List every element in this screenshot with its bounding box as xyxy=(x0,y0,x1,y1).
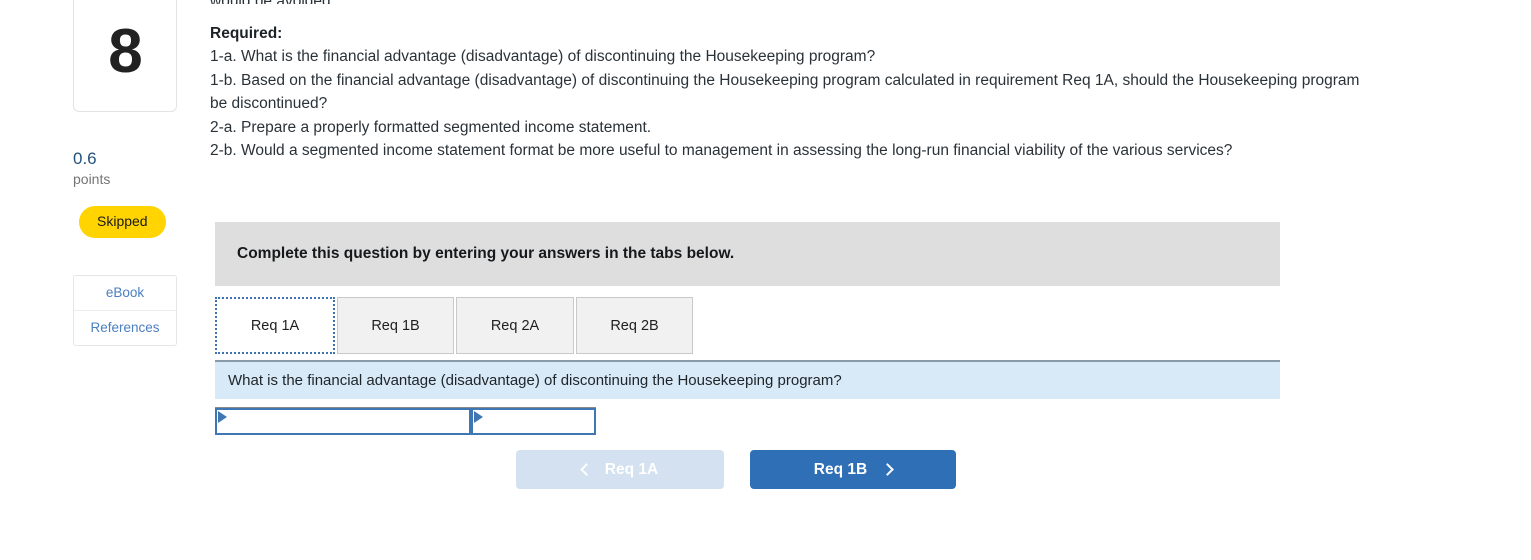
tab-prompt-banner: What is the financial advantage (disadva… xyxy=(215,360,1280,399)
requirement-1a: 1-a. What is the financial advantage (di… xyxy=(210,48,876,66)
chevron-left-icon xyxy=(579,463,593,476)
question-sidebar: 8 0.6 points Skipped eBook References xyxy=(73,0,177,346)
ebook-link[interactable]: eBook xyxy=(74,276,176,310)
tab-navigation-buttons: Req 1A Req 1B xyxy=(516,450,956,489)
clipped-previous-line: would be avoided. xyxy=(210,0,1370,4)
points-label: points xyxy=(73,171,111,188)
required-heading: Required: xyxy=(210,25,283,42)
next-req-label: Req 1B xyxy=(813,460,868,478)
cell-marker-triangle-icon xyxy=(218,411,227,423)
chevron-right-icon xyxy=(881,463,895,476)
resources-box: eBook References xyxy=(73,274,177,346)
points-value: 0.6 xyxy=(73,149,97,168)
tab-req-1b-label: Req 1B xyxy=(371,317,420,334)
instruction-banner-text: Complete this question by entering your … xyxy=(237,245,735,262)
cell-marker-triangle-icon xyxy=(474,411,483,423)
tab-prompt-text: What is the financial advantage (disadva… xyxy=(228,372,842,389)
answer-cell-label[interactable] xyxy=(215,408,471,435)
tab-req-2a[interactable]: Req 2A xyxy=(456,297,574,354)
requirement-2b: 2-b. Would a segmented income statement … xyxy=(210,142,1233,160)
question-page: 8 0.6 points Skipped eBook References wo… xyxy=(0,0,1531,560)
requirement-1b: 1-b. Based on the financial advantage (d… xyxy=(210,71,1360,113)
prev-req-label: Req 1A xyxy=(604,460,659,478)
question-number-box: 8 xyxy=(73,0,177,112)
instruction-banner: Complete this question by entering your … xyxy=(215,222,1280,286)
tab-req-1b[interactable]: Req 1B xyxy=(337,297,454,354)
status-badge: Skipped xyxy=(79,206,166,238)
requirement-2a: 2-a. Prepare a properly formatted segmen… xyxy=(210,118,652,136)
answer-cell-value[interactable] xyxy=(471,408,596,435)
references-link[interactable]: References xyxy=(74,309,176,345)
prev-req-button[interactable]: Req 1A xyxy=(516,450,724,489)
tab-req-2b-label: Req 2B xyxy=(610,317,659,334)
requirement-tabs: Req 1A Req 1B Req 2A Req 2B xyxy=(215,297,695,354)
next-req-button[interactable]: Req 1B xyxy=(750,450,956,489)
tab-req-1a[interactable]: Req 1A xyxy=(215,297,335,354)
answer-table-row xyxy=(215,408,596,435)
tab-req-1a-label: Req 1A xyxy=(250,317,300,334)
tab-req-2b[interactable]: Req 2B xyxy=(576,297,693,354)
answer-table xyxy=(215,407,596,435)
points-block: 0.6 points xyxy=(73,148,177,189)
question-number: 8 xyxy=(108,17,142,86)
question-text-body: would be avoided. Required: 1-a. What is… xyxy=(210,0,1370,163)
tab-req-2a-label: Req 2A xyxy=(490,317,540,334)
